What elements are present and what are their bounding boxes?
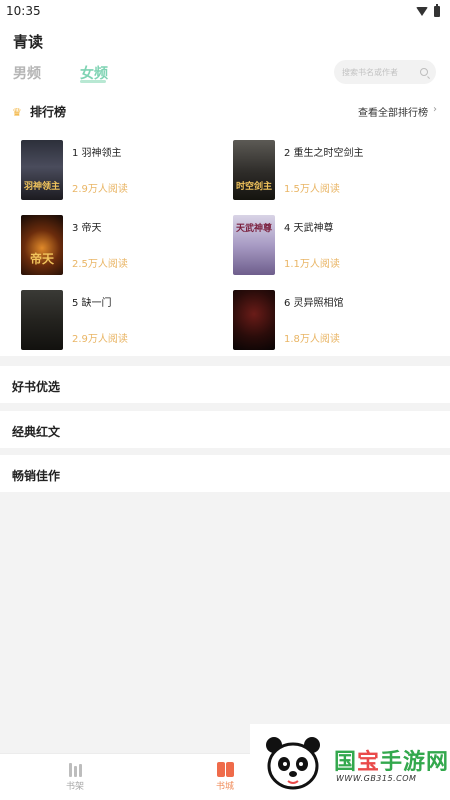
book-cover[interactable] (233, 290, 275, 350)
cover-title: 天武神尊 (235, 224, 272, 234)
watermark-text-rest: 手游网 (380, 750, 450, 775)
search-icon (420, 68, 428, 76)
app-title: 青读 (13, 33, 44, 51)
cover-title: 帝天 (29, 252, 54, 266)
book-read-count: 2.5万人阅读 (72, 259, 128, 270)
watermark-url: WWW.GB315.COM (336, 774, 417, 783)
cover-title: 羽神领主 (23, 182, 60, 192)
active-tab-indicator (80, 80, 106, 83)
book-title[interactable]: 4 天武神尊 (284, 219, 334, 234)
section-bestsellers[interactable]: 畅销佳作 (0, 455, 450, 492)
view-all-rankings-link[interactable]: 查看全部排行榜 (358, 104, 428, 119)
search-placeholder: 搜索书名或作者 (342, 67, 398, 77)
nav-bookshelf[interactable]: 书架 (55, 762, 95, 792)
book-cover[interactable]: 羽神领主 (21, 140, 63, 200)
book-item[interactable]: 帝天 3 帝天 2.5万人阅读 (21, 215, 221, 275)
watermark-title: 国宝手游网 (334, 744, 449, 776)
ranking-section: ♛ 排行榜 查看全部排行榜 › 羽神领主 1 羽神领主 2.9万人阅读 时空剑主… (0, 94, 450, 356)
watermark-text-red: 宝 (357, 750, 381, 775)
crown-icon: ♛ (12, 106, 22, 119)
cover-title: 时空剑主 (235, 182, 272, 192)
status-time: 10:35 (6, 4, 41, 18)
book-cover[interactable]: 时空剑主 (233, 140, 275, 200)
nav-bookshelf-label: 书架 (65, 782, 84, 792)
book-item[interactable]: 天武神尊 4 天武神尊 1.1万人阅读 (233, 215, 433, 275)
book-cover[interactable] (21, 290, 63, 350)
book-item[interactable]: 5 缺一门 2.9万人阅读 (21, 290, 221, 350)
watermark-text-green: 国 (334, 750, 358, 775)
book-item[interactable]: 羽神领主 1 羽神领主 2.9万人阅读 (21, 140, 221, 200)
book-title[interactable]: 5 缺一门 (72, 294, 112, 309)
status-bar: 10:35 (0, 0, 450, 22)
book-title[interactable]: 6 灵异照相馆 (284, 294, 344, 309)
book-read-count: 2.9万人阅读 (72, 334, 128, 345)
book-title[interactable]: 2 重生之时空剑主 (284, 144, 364, 159)
nav-bookstore-label: 书城 (215, 782, 234, 792)
book-cover[interactable]: 天武神尊 (233, 215, 275, 275)
book-title[interactable]: 1 羽神领主 (72, 144, 122, 159)
status-icons (416, 3, 440, 17)
header: 青读 男频 女频 搜索书名或作者 (0, 22, 450, 94)
panda-logo (266, 737, 320, 790)
bookshelf-icon (67, 762, 83, 777)
battery-icon (434, 3, 440, 17)
search-input[interactable]: 搜索书名或作者 (334, 60, 436, 84)
nav-bookstore[interactable]: 书城 (205, 762, 245, 792)
site-watermark: 国宝手游网 WWW.GB315.COM (250, 724, 450, 800)
tab-male[interactable]: 男频 (13, 63, 41, 83)
book-read-count: 1.1万人阅读 (284, 259, 340, 270)
book-read-count: 1.8万人阅读 (284, 334, 340, 345)
book-read-count: 2.9万人阅读 (72, 184, 128, 195)
book-item[interactable]: 时空剑主 2 重生之时空剑主 1.5万人阅读 (233, 140, 433, 200)
book-cover[interactable]: 帝天 (21, 215, 63, 275)
ranking-title: 排行榜 (30, 105, 67, 119)
section-good-books[interactable]: 好书优选 (0, 366, 450, 403)
book-store-icon (216, 762, 234, 777)
wifi-icon (416, 6, 428, 16)
section-classic-hits[interactable]: 经典红文 (0, 411, 450, 448)
book-read-count: 1.5万人阅读 (284, 184, 340, 195)
chevron-right-icon[interactable]: › (433, 104, 437, 115)
book-title[interactable]: 3 帝天 (72, 219, 102, 234)
book-item[interactable]: 6 灵异照相馆 1.8万人阅读 (233, 290, 433, 350)
